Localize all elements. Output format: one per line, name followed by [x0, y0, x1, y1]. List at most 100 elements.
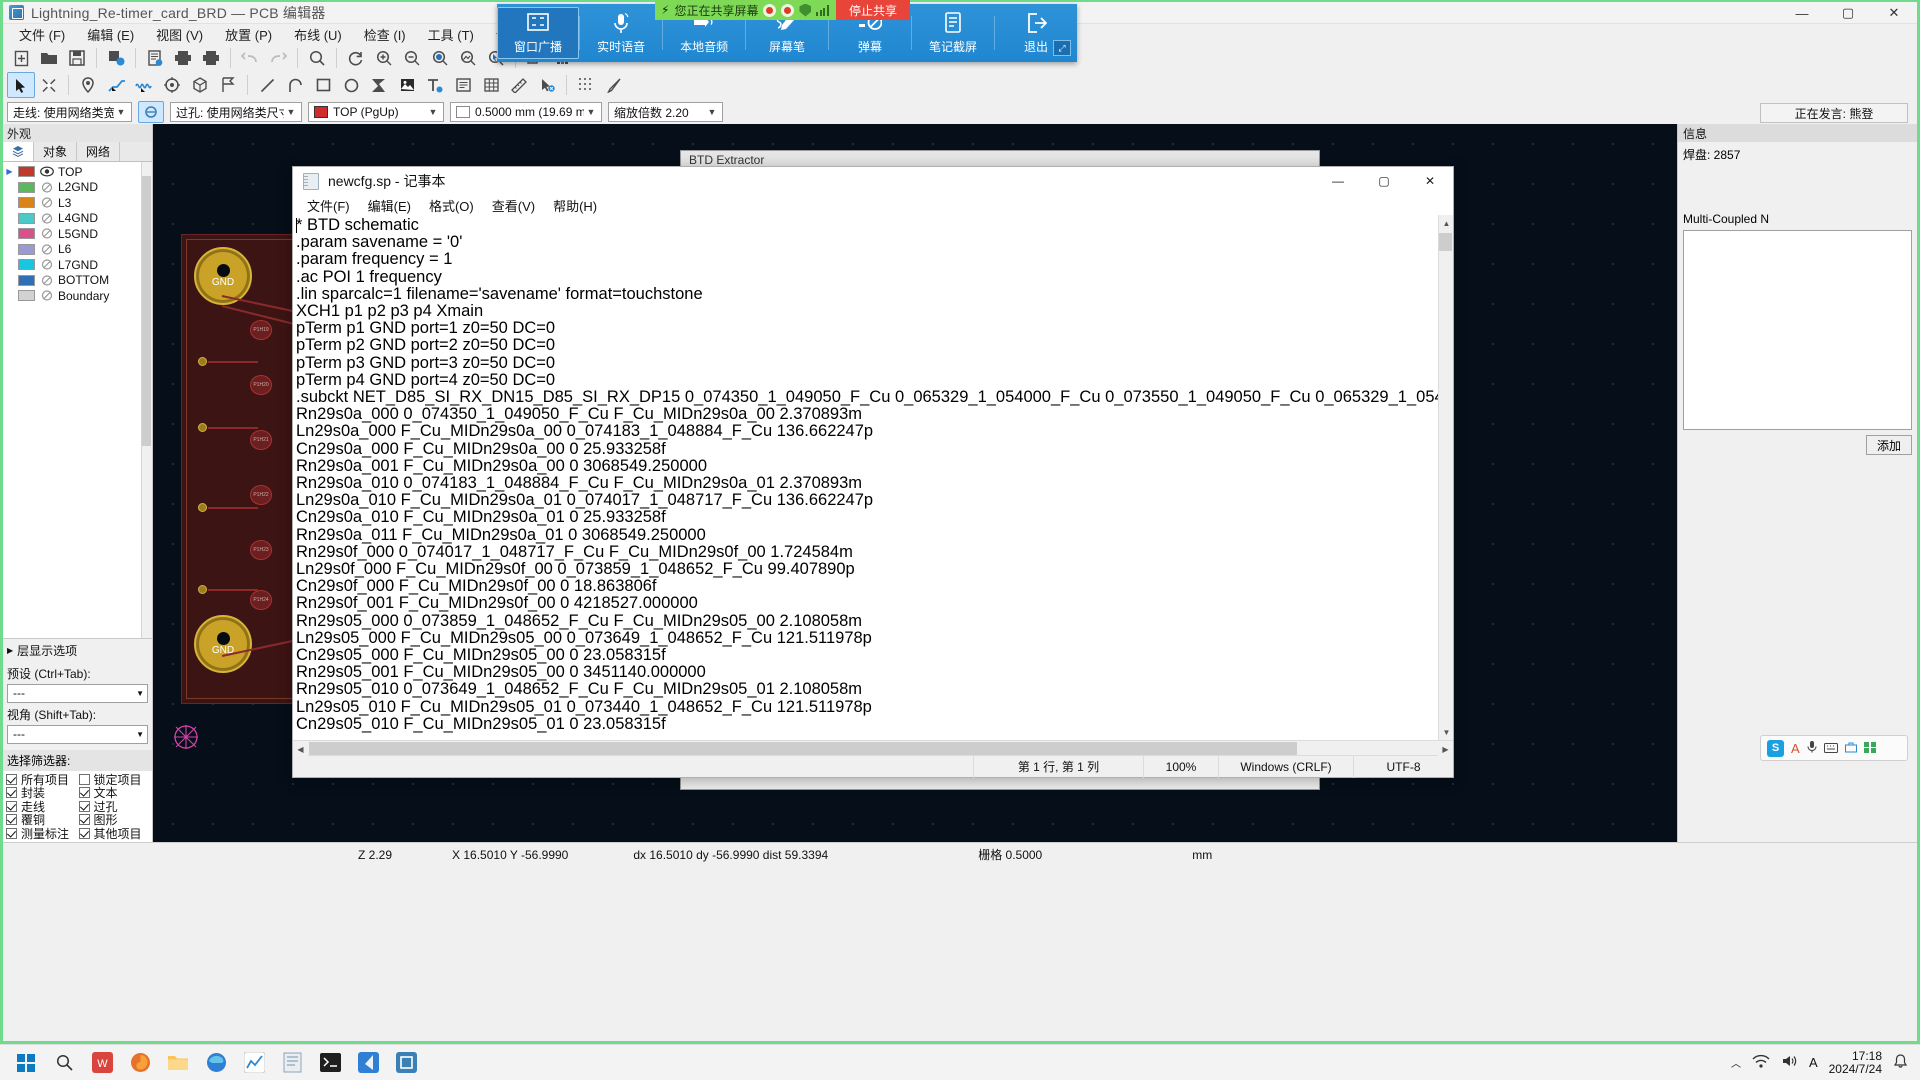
- file-explorer-icon[interactable]: [160, 1047, 196, 1079]
- record-indicator-icon[interactable]: [781, 3, 795, 17]
- add-textbox-icon[interactable]: [449, 72, 477, 98]
- filter-dimensions[interactable]: 测量标注: [6, 827, 77, 841]
- ime-microphone-icon[interactable]: [1807, 740, 1817, 756]
- layer-color-swatch[interactable]: [18, 197, 35, 209]
- layer-color-swatch[interactable]: [18, 290, 35, 302]
- track[interactable]: [208, 589, 258, 591]
- notepad-menu-edit[interactable]: 编辑(E): [359, 196, 420, 215]
- layer-row-l2gnd[interactable]: L2GND: [3, 180, 152, 196]
- place-rule-area-icon[interactable]: [214, 72, 242, 98]
- add-text-icon[interactable]: [421, 72, 449, 98]
- via[interactable]: [198, 585, 207, 594]
- eye-hidden-icon[interactable]: [39, 212, 54, 225]
- terminal-icon[interactable]: [312, 1047, 348, 1079]
- via[interactable]: [198, 503, 207, 512]
- zoom-objects-icon[interactable]: [454, 45, 482, 71]
- checkbox-icon[interactable]: [78, 787, 90, 799]
- dimension-icon[interactable]: [505, 72, 533, 98]
- draw-arc-icon[interactable]: [281, 72, 309, 98]
- notification-icon[interactable]: [1893, 1053, 1908, 1072]
- add-table-icon[interactable]: [477, 72, 505, 98]
- volume-icon[interactable]: [1781, 1054, 1798, 1071]
- menu-place[interactable]: 放置 (P): [214, 24, 283, 45]
- refresh-icon[interactable]: [342, 45, 370, 71]
- layer-color-swatch[interactable]: [18, 228, 35, 240]
- chevron-up-icon[interactable]: ︿: [1731, 1055, 1741, 1070]
- eye-hidden-icon[interactable]: [39, 243, 54, 256]
- redo-icon[interactable]: [264, 45, 292, 71]
- save-icon[interactable]: [63, 45, 91, 71]
- component-pad[interactable]: P1H22: [250, 485, 272, 505]
- eye-hidden-icon[interactable]: [39, 181, 54, 194]
- record-indicator-icon[interactable]: [763, 3, 777, 17]
- wps-icon[interactable]: W: [84, 1047, 120, 1079]
- menu-tools[interactable]: 工具 (T): [417, 24, 485, 45]
- notepad-menu-format[interactable]: 格式(O): [420, 196, 483, 215]
- stop-share-button[interactable]: 停止共享: [836, 0, 910, 20]
- notepad-icon[interactable]: [274, 1047, 310, 1079]
- place-via-icon[interactable]: [158, 72, 186, 98]
- ime-keyboard-icon[interactable]: [1823, 741, 1838, 756]
- taskbar-clock[interactable]: 17:18 2024/7/24: [1829, 1049, 1882, 1076]
- board-setup-icon[interactable]: [102, 45, 130, 71]
- tab-nets[interactable]: 网络: [77, 142, 121, 161]
- add-image-icon[interactable]: [393, 72, 421, 98]
- sogou-ime-icon[interactable]: S: [1767, 739, 1784, 757]
- tab-layers[interactable]: [3, 142, 34, 161]
- scroll-right-icon[interactable]: ▶: [1438, 741, 1453, 757]
- note-screenshot-button[interactable]: 笔记截屏: [912, 7, 994, 59]
- window-broadcast-button[interactable]: 窗口广播: [497, 7, 580, 59]
- active-layer-select[interactable]: TOP (PgUp) ▼: [308, 102, 444, 122]
- notepad-minimize-button[interactable]: —: [1315, 167, 1361, 195]
- notepad-text-area[interactable]: * BTD schematic .param savename = '0' .p…: [293, 215, 1453, 740]
- notepad-maximize-button[interactable]: ▢: [1361, 167, 1407, 195]
- component-pad[interactable]: P1H23: [250, 540, 272, 560]
- zoom-select[interactable]: 缩放倍数 2.20 ▼: [608, 102, 723, 122]
- draw-line-icon[interactable]: [253, 72, 281, 98]
- layer-display-options[interactable]: ▶ 层显示选项: [3, 639, 152, 662]
- route-track-icon[interactable]: [102, 72, 130, 98]
- checkbox-icon[interactable]: [6, 814, 17, 826]
- eye-hidden-icon[interactable]: [39, 289, 54, 302]
- print-icon[interactable]: [169, 45, 197, 71]
- edge-icon[interactable]: [198, 1047, 234, 1079]
- ime-menu-icon[interactable]: [1863, 741, 1876, 756]
- notepad-close-button[interactable]: ✕: [1407, 167, 1453, 195]
- draw-polygon-icon[interactable]: [365, 72, 393, 98]
- notepad-menu-help[interactable]: 帮助(H): [544, 196, 606, 215]
- menu-edit[interactable]: 编辑 (E): [76, 24, 145, 45]
- measure-icon[interactable]: [600, 72, 628, 98]
- ime-A-icon[interactable]: A: [1809, 1055, 1818, 1070]
- filter-other-items[interactable]: 其他项目: [78, 827, 150, 841]
- place-zone-icon[interactable]: [186, 72, 214, 98]
- component-pad[interactable]: P1H20: [250, 375, 272, 395]
- layer-row-top[interactable]: ▶ TOP: [3, 164, 152, 180]
- checkbox-icon[interactable]: [6, 827, 17, 839]
- via[interactable]: [198, 357, 207, 366]
- layer-row-boundary[interactable]: Boundary: [3, 288, 152, 304]
- checkbox-icon[interactable]: [6, 787, 17, 799]
- tab-objects[interactable]: 对象: [34, 142, 78, 161]
- chart-app-icon[interactable]: [236, 1047, 272, 1079]
- plot-icon[interactable]: [197, 45, 225, 71]
- layer-color-swatch[interactable]: [18, 166, 35, 178]
- page-settings-icon[interactable]: [141, 45, 169, 71]
- menu-view[interactable]: 视图 (V): [145, 24, 214, 45]
- layer-list-scrollbar[interactable]: [141, 162, 152, 638]
- checkbox-icon[interactable]: [78, 814, 90, 826]
- eye-visible-icon[interactable]: [39, 165, 54, 178]
- open-folder-icon[interactable]: [35, 45, 63, 71]
- maximize-button[interactable]: ▢: [1825, 2, 1871, 24]
- new-board-icon[interactable]: [7, 45, 35, 71]
- start-icon[interactable]: [8, 1047, 44, 1079]
- auto-track-width-button[interactable]: [138, 101, 164, 123]
- draw-circle-icon[interactable]: [337, 72, 365, 98]
- checkbox-icon[interactable]: [78, 773, 90, 785]
- layer-row-l4gnd[interactable]: L4GND: [3, 211, 152, 227]
- notepad-window[interactable]: newcfg.sp - 记事本 — ▢ ✕ 文件(F) 编辑(E) 格式(O) …: [292, 166, 1454, 778]
- draw-rectangle-icon[interactable]: [309, 72, 337, 98]
- eye-hidden-icon[interactable]: [39, 258, 54, 271]
- scroll-up-icon[interactable]: ▲: [1439, 215, 1453, 231]
- via-size-select[interactable]: 过孔: 使用网络类尺寸 ▼: [170, 102, 302, 122]
- kicad-icon[interactable]: [388, 1047, 424, 1079]
